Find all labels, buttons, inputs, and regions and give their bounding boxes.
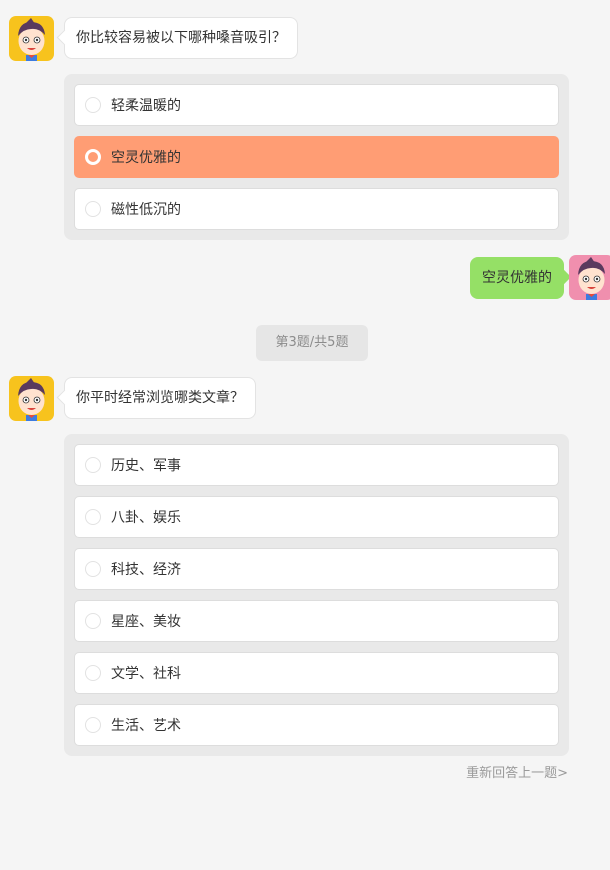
radio-circle-icon [85,457,101,473]
option-label: 八卦、娱乐 [111,510,181,526]
option-label: 历史、军事 [111,458,181,474]
option-label: 生活、艺术 [111,718,181,734]
radio-circle-icon [85,509,101,525]
question-text: 你平时经常浏览哪类文章？ [76,390,244,406]
option-label: 星座、美妆 [111,614,181,630]
user-reply-text: 空灵优雅的 [482,270,552,286]
option-label: 科技、经济 [111,562,181,578]
chat-quiz-screen: 你比较容易被以下哪种嗓音吸引？ 轻柔温暖的 空灵优雅的 磁性低沉的 空灵优雅的 [0,0,610,870]
option-label: 轻柔温暖的 [111,98,181,114]
radio-circle-icon [85,613,101,629]
option-item[interactable]: 轻柔温暖的 [74,84,559,126]
radio-circle-icon [85,561,101,577]
option-label: 磁性低沉的 [111,202,181,218]
answered-options-panel: 轻柔温暖的 空灵优雅的 磁性低沉的 [64,74,569,240]
option-item[interactable]: 科技、经济 [74,548,559,590]
option-item[interactable]: 八卦、娱乐 [74,496,559,538]
radio-circle-icon [85,665,101,681]
option-item[interactable]: 生活、艺术 [74,704,559,746]
current-options-panel: 历史、军事 八卦、娱乐 科技、经济 星座、美妆 文学、社科 生活、艺术 [64,434,569,756]
option-label: 空灵优雅的 [111,150,181,166]
user-avatar-icon [569,255,610,300]
option-item-selected[interactable]: 空灵优雅的 [74,136,559,178]
radio-checked-icon [85,149,101,165]
option-item[interactable]: 星座、美妆 [74,600,559,642]
bot-question-bubble: 你比较容易被以下哪种嗓音吸引？ [64,17,298,59]
option-item[interactable]: 磁性低沉的 [74,188,559,230]
user-reply-bubble: 空灵优雅的 [470,257,564,299]
option-item[interactable]: 文学、社科 [74,652,559,694]
radio-circle-icon [85,97,101,113]
question-progress-badge: 第3题/共5题 [256,325,368,361]
radio-circle-icon [85,717,101,733]
bot-question-bubble: 你平时经常浏览哪类文章？ [64,377,256,419]
redo-previous-question-link[interactable]: 重新回答上一题> [466,762,568,781]
bot-avatar-icon [9,16,54,61]
question-text: 你比较容易被以下哪种嗓音吸引？ [76,30,286,46]
option-item[interactable]: 历史、军事 [74,444,559,486]
bot-avatar-icon [9,376,54,421]
radio-circle-icon [85,201,101,217]
option-label: 文学、社科 [111,666,181,682]
